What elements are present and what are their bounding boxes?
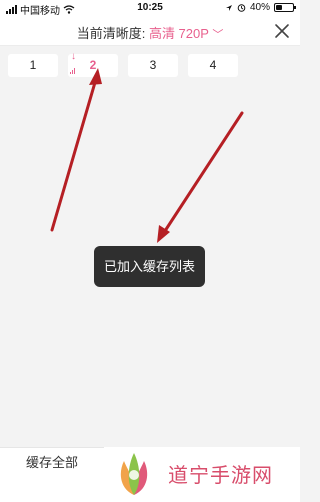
episode-button-downloading[interactable]: ↓ 2 [68, 51, 118, 77]
episode-number: 4 [209, 58, 217, 72]
chevron-down-icon[interactable]: ﹀ [212, 29, 223, 41]
brand-banner: 道宁手游网 [100, 447, 300, 502]
location-icon [225, 4, 232, 11]
battery-fill [276, 5, 282, 10]
episode-button[interactable]: 3 [128, 54, 178, 77]
quality-value[interactable]: 高清 720P [149, 26, 209, 41]
quality-selector[interactable]: 当前清晰度: 高清 720P ﹀ [0, 23, 300, 42]
episode-button[interactable]: 1 [8, 54, 58, 77]
episode-list: 1 ↓ 2 3 4 [8, 51, 238, 77]
battery-icon [274, 3, 296, 12]
close-icon[interactable] [272, 21, 292, 41]
episode-button[interactable]: 4 [188, 54, 238, 77]
battery-percent: 40% [249, 2, 270, 13]
download-progress-icon [70, 68, 75, 74]
toast-message: 已加入缓存列表 [94, 246, 205, 287]
arrow-to-toast [157, 111, 244, 243]
arrow-to-episode [50, 68, 102, 232]
header: 当前清晰度: 高清 720P ﹀ [0, 16, 300, 46]
episode-number: 2 [89, 58, 97, 72]
status-right: 40% [225, 2, 296, 13]
save-all-button[interactable]: 缓存全部 [0, 447, 104, 477]
alarm-icon [237, 4, 246, 12]
download-arrow-icon: ↓ [71, 51, 76, 62]
brand-logo-icon [120, 453, 148, 495]
brand-name: 道宁手游网 [168, 463, 273, 487]
episode-number: 1 [29, 58, 37, 72]
status-bar: 中国移动 10:25 40% [0, 0, 300, 17]
quality-label: 当前清晰度: [76, 26, 146, 41]
episode-number: 3 [149, 58, 157, 72]
